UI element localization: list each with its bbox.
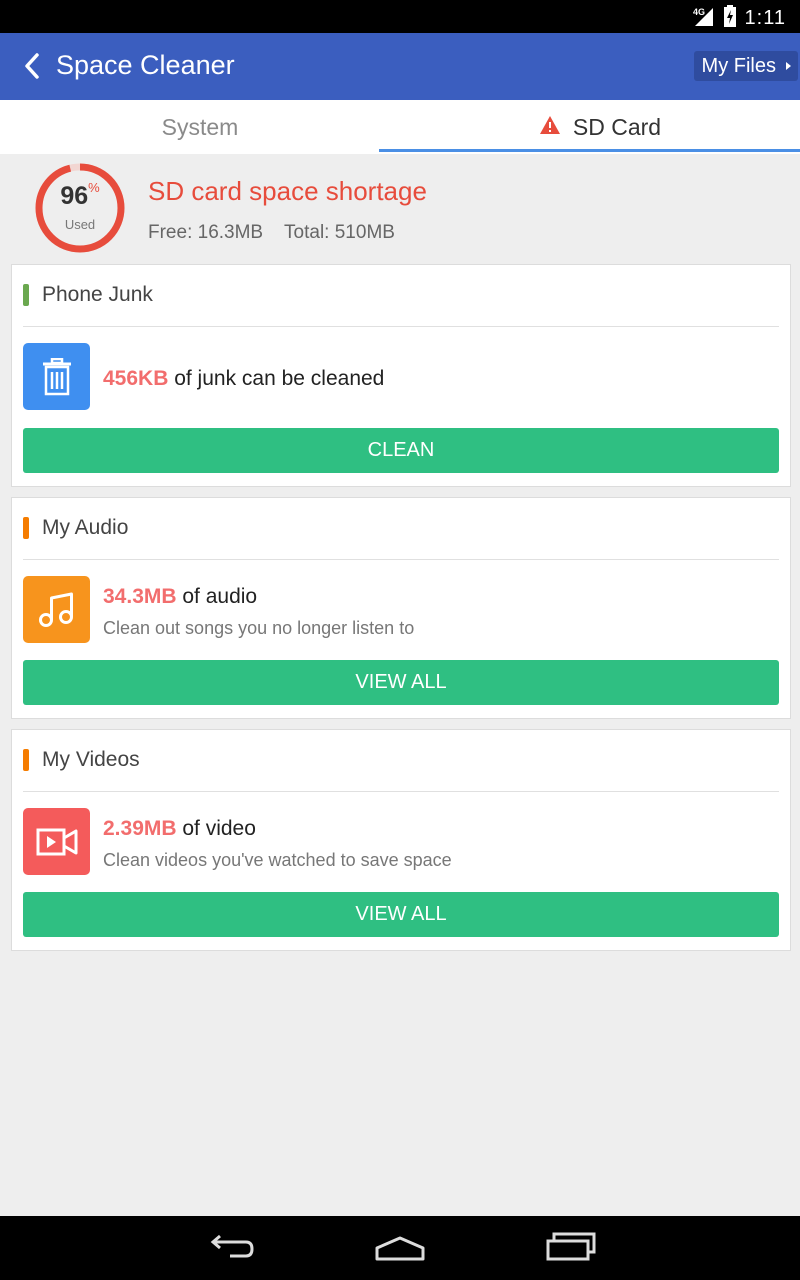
tab-system-label: System — [161, 114, 239, 140]
my-files-button[interactable]: My Files — [693, 51, 798, 81]
tab-sd-card-label: SD Card — [572, 114, 662, 140]
junk-summary: 456KB of junk can be cleaned — [103, 367, 384, 391]
card-title: My Audio — [42, 516, 129, 539]
my-audio-card: My Audio 34.3MB of audio Clean out songs… — [11, 497, 791, 719]
usage-used-label: Used — [64, 217, 96, 232]
usage-percent: 96% — [60, 180, 100, 210]
svg-text:4G: 4G — [693, 7, 705, 17]
junk-text: of junk can be cleaned — [168, 367, 385, 390]
divider — [23, 559, 779, 560]
video-subtext: Clean videos you've watched to save spac… — [103, 850, 452, 870]
tab-bar: System SD Card — [0, 100, 800, 154]
clean-button[interactable]: CLEAN — [23, 428, 779, 473]
nav-home-button[interactable] — [370, 1228, 430, 1268]
phone-junk-card: Phone Junk 456KB of junk can be cleaned … — [11, 264, 791, 487]
nav-back-icon — [210, 1234, 254, 1258]
nav-recents-icon — [546, 1232, 596, 1261]
music-note-icon — [23, 576, 90, 643]
back-arrow-icon — [25, 53, 39, 79]
card-title: Phone Junk — [42, 283, 153, 306]
card-title: My Videos — [42, 748, 140, 771]
audio-summary: 34.3MB of audio — [103, 585, 257, 609]
warning-icon — [539, 100, 561, 154]
card-accent-bar — [23, 284, 29, 306]
app-title: Space Cleaner — [56, 50, 235, 80]
divider — [23, 791, 779, 792]
audio-amount: 34.3MB — [103, 585, 177, 608]
card-accent-bar — [23, 517, 29, 539]
video-text: of video — [176, 817, 256, 840]
back-button[interactable] — [22, 51, 52, 83]
video-amount: 2.39MB — [103, 817, 177, 840]
video-summary: 2.39MB of video — [103, 817, 256, 841]
free-space: Free: 16.3MB — [148, 222, 264, 243]
view-all-video-button[interactable]: VIEW ALL — [23, 892, 779, 937]
tab-indicator — [379, 149, 800, 152]
my-videos-card: My Videos 2.39MB of video Clean videos y… — [11, 729, 791, 951]
video-camera-icon — [23, 808, 90, 875]
caret-right-icon — [786, 62, 791, 70]
summary-title: SD card space shortage — [148, 176, 427, 206]
nav-back-button[interactable] — [200, 1228, 260, 1268]
storage-summary: 96% Used SD card space shortage Free: 16… — [0, 154, 800, 262]
tab-system[interactable]: System — [0, 100, 400, 154]
junk-amount: 456KB — [103, 367, 169, 390]
battery-icon — [723, 5, 737, 32]
status-time: 1:11 — [744, 7, 786, 29]
tab-sd-card[interactable]: SD Card — [400, 100, 800, 154]
audio-text: of audio — [176, 585, 258, 608]
divider — [23, 326, 779, 327]
app-bar: Space Cleaner My Files — [0, 33, 800, 100]
total-space: Total: 510MB — [284, 222, 395, 243]
status-bar: 4G 1:11 — [0, 0, 800, 33]
trash-icon — [23, 343, 90, 410]
card-accent-bar — [23, 749, 29, 771]
nav-home-icon — [375, 1236, 425, 1261]
my-files-label: My Files — [701, 55, 776, 77]
audio-subtext: Clean out songs you no longer listen to — [103, 618, 415, 638]
summary-stats: Free: 16.3MB Total: 510MB — [148, 222, 411, 244]
navigation-bar — [0, 1216, 800, 1280]
nav-recents-button[interactable] — [540, 1228, 600, 1268]
signal-4g-icon: 4G — [693, 6, 715, 31]
view-all-audio-button[interactable]: VIEW ALL — [23, 660, 779, 705]
